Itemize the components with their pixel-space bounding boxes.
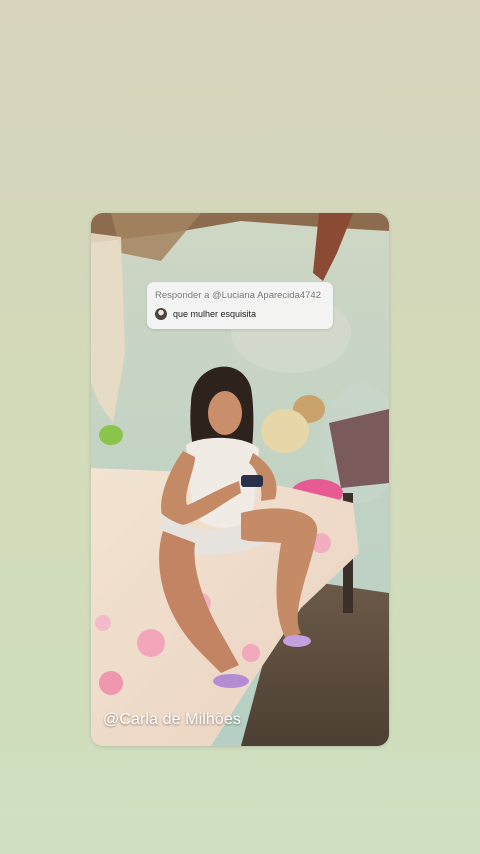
reply-sticker[interactable]: Responder a @Luciana Aparecida4742 que m… [147,282,333,329]
reply-header: Responder a @Luciana Aparecida4742 [155,290,321,301]
reply-comment: que mulher esquisita [173,309,257,319]
creator-watermark: @Carla de Milhões [103,711,241,728]
user-avatar-icon [155,308,167,320]
story-card[interactable]: Responder a @Luciana Aparecida4742 que m… [91,213,389,746]
